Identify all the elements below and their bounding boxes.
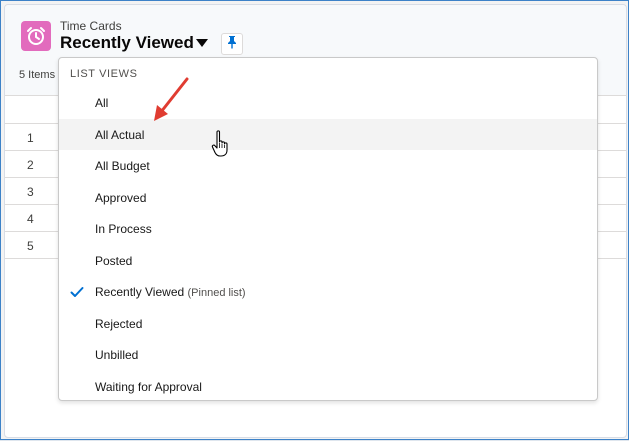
row-number: 3 (27, 185, 34, 199)
menu-item-all[interactable]: All (59, 87, 597, 119)
pin-button[interactable] (221, 33, 243, 55)
pinned-list-note: (Pinned list) (187, 287, 246, 299)
row-number: 5 (27, 239, 34, 253)
menu-item-waiting-for-approval[interactable]: Waiting for Approval (59, 371, 597, 403)
menu-item-all-actual[interactable]: All Actual (59, 118, 597, 150)
alarm-clock-icon (21, 21, 51, 51)
menu-item-label: Rejected (95, 316, 143, 331)
item-count: 5 Items (19, 69, 56, 81)
caret-down-icon[interactable] (195, 36, 209, 54)
menu-item-label: All Actual (95, 127, 145, 142)
menu-item-rejected[interactable]: Rejected (59, 308, 597, 340)
menu-item-unbilled[interactable]: Unbilled (59, 339, 597, 371)
pin-icon (226, 35, 238, 54)
menu-item-label: All (95, 96, 109, 110)
menu-item-approved[interactable]: Approved (59, 182, 597, 214)
dropdown-heading: LIST VIEWS (70, 68, 138, 80)
menu-item-recently-viewed[interactable]: Recently Viewed (Pinned list) (59, 276, 597, 308)
window-frame: Time Cards Recently Viewed 5 Items 1 2 3… (0, 0, 629, 440)
menu-item-label: In Process (95, 222, 152, 236)
menu-item-label: All Budget (95, 159, 150, 173)
menu-item-label: Posted (95, 253, 133, 268)
checkmark-icon (70, 285, 84, 303)
object-label: Time Cards (60, 19, 122, 33)
row-number: 2 (27, 158, 34, 172)
list-view-title[interactable]: Recently Viewed (60, 33, 194, 53)
menu-item-label: Recently Viewed (Pinned list) (95, 285, 246, 299)
menu-item-all-budget[interactable]: All Budget (59, 150, 597, 182)
menu-item-label: Approved (95, 190, 147, 205)
menu-item-label: Unbilled (95, 348, 139, 362)
list-views-menu: All All Actual All Budget Approved In Pr… (59, 87, 597, 402)
list-views-dropdown: LIST VIEWS All All Actual All Budget App… (58, 57, 598, 401)
row-number: 4 (27, 212, 34, 226)
row-number: 1 (27, 131, 34, 145)
menu-item-posted[interactable]: Posted (59, 245, 597, 277)
menu-item-in-process[interactable]: In Process (59, 213, 597, 245)
menu-item-label: Waiting for Approval (95, 379, 202, 394)
